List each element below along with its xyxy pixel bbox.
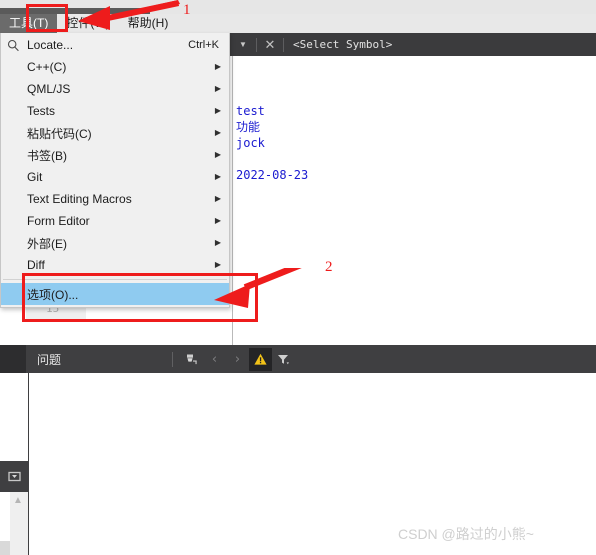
panel-title: 问题 [37, 352, 62, 367]
menu-item-label: Tests [27, 104, 56, 118]
menu-item-label: 外部(E) [27, 236, 67, 251]
code-line-5: 2022-08-23 [236, 168, 309, 182]
code-line-1: test [236, 104, 265, 118]
menu-item-tests[interactable]: Tests ▶ [1, 100, 229, 122]
menu-item-text-editing-macros[interactable]: Text Editing Macros ▶ [1, 188, 229, 210]
chevron-right-icon: ▶ [214, 106, 221, 115]
annotation-badge-1: 1 [183, 2, 191, 18]
menu-item-git[interactable]: Git ▶ [1, 166, 229, 188]
code-line-2: 功能 [236, 120, 261, 134]
menu-bar: 工具(T) 控件(W) 帮助(H) [0, 14, 596, 34]
issues-panel-toolbar: 问题 ‹ › [0, 345, 596, 373]
chevron-right-icon: ▶ [214, 216, 221, 225]
menu-item-label: C++(C) [27, 60, 67, 74]
chevron-up-icon[interactable]: ▲ [13, 496, 23, 506]
warning-filter-icon[interactable] [249, 347, 272, 371]
menu-item-qml-js[interactable]: QML/JS ▶ [1, 78, 229, 100]
editor-toolbar: ▼ ✕ <Select Symbol> [230, 33, 596, 56]
issues-panel-divider [28, 373, 29, 555]
chevron-right-icon: ▶ [214, 194, 221, 203]
watermark: CSDN @路过的小熊~ [398, 526, 534, 542]
menu-item-label: Form Editor [27, 214, 90, 228]
menu-item-paste-code[interactable]: 粘贴代码(C) ▶ [1, 122, 229, 144]
chevron-right-icon: ▶ [214, 128, 221, 137]
chevron-right-icon: ▶ [214, 84, 221, 93]
next-issue-glyph: › [234, 351, 241, 367]
menu-item-label: 粘贴代码(C) [27, 126, 92, 141]
menu-item-cpp[interactable]: C++(C) ▶ [1, 56, 229, 78]
chevron-right-icon: ▶ [214, 150, 221, 159]
prev-issue-icon[interactable]: ‹ [203, 348, 226, 371]
chevron-right-icon: ▶ [214, 238, 221, 247]
panel-left-block [0, 345, 26, 373]
menu-item-external[interactable]: 外部(E) ▶ [1, 232, 229, 254]
panel-toolbar-separator [172, 351, 173, 367]
prev-issue-glyph: ‹ [211, 351, 218, 367]
menubar-item-help[interactable]: 帮助(H) [119, 14, 178, 33]
menu-item-label: 书签(B) [27, 148, 67, 163]
close-icon[interactable]: ✕ [257, 33, 283, 56]
search-icon [7, 39, 20, 52]
chevron-down-icon[interactable]: ▼ [230, 33, 256, 56]
menu-item-label: QML/JS [27, 82, 71, 96]
menu-item-locate[interactable]: Locate... Ctrl+K [1, 34, 229, 56]
menu-item-label: Git [27, 170, 43, 184]
output-pane-toggle-button[interactable] [0, 461, 28, 492]
filter-icon[interactable] [272, 348, 295, 371]
menu-item-label: Diff [27, 258, 45, 272]
window-corner-block [0, 541, 10, 555]
menu-item-bookmarks[interactable]: 书签(B) ▶ [1, 144, 229, 166]
menu-item-label: Text Editing Macros [27, 192, 132, 206]
clear-icon[interactable] [180, 348, 203, 371]
menu-item-label: Locate... [27, 38, 74, 52]
annotation-rect-tools-menu [26, 4, 68, 32]
annotation-rect-options-item [22, 273, 258, 322]
tools-dropdown-menu: Locate... Ctrl+K C++(C) ▶ QML/JS ▶ Tests… [0, 33, 230, 308]
menu-item-shortcut: Ctrl+K [188, 39, 219, 51]
annotation-badge-2: 2 [325, 259, 333, 275]
symbol-selector[interactable]: <Select Symbol> [284, 38, 392, 51]
chevron-right-icon: ▶ [214, 172, 221, 181]
editor-code-text[interactable]: test 功能 jock 2022-08-23 [236, 103, 308, 183]
code-line-3: jock [236, 136, 265, 150]
chevron-right-icon: ▶ [214, 62, 221, 71]
next-issue-icon[interactable]: › [226, 348, 249, 371]
menu-item-form-editor[interactable]: Form Editor ▶ [1, 210, 229, 232]
